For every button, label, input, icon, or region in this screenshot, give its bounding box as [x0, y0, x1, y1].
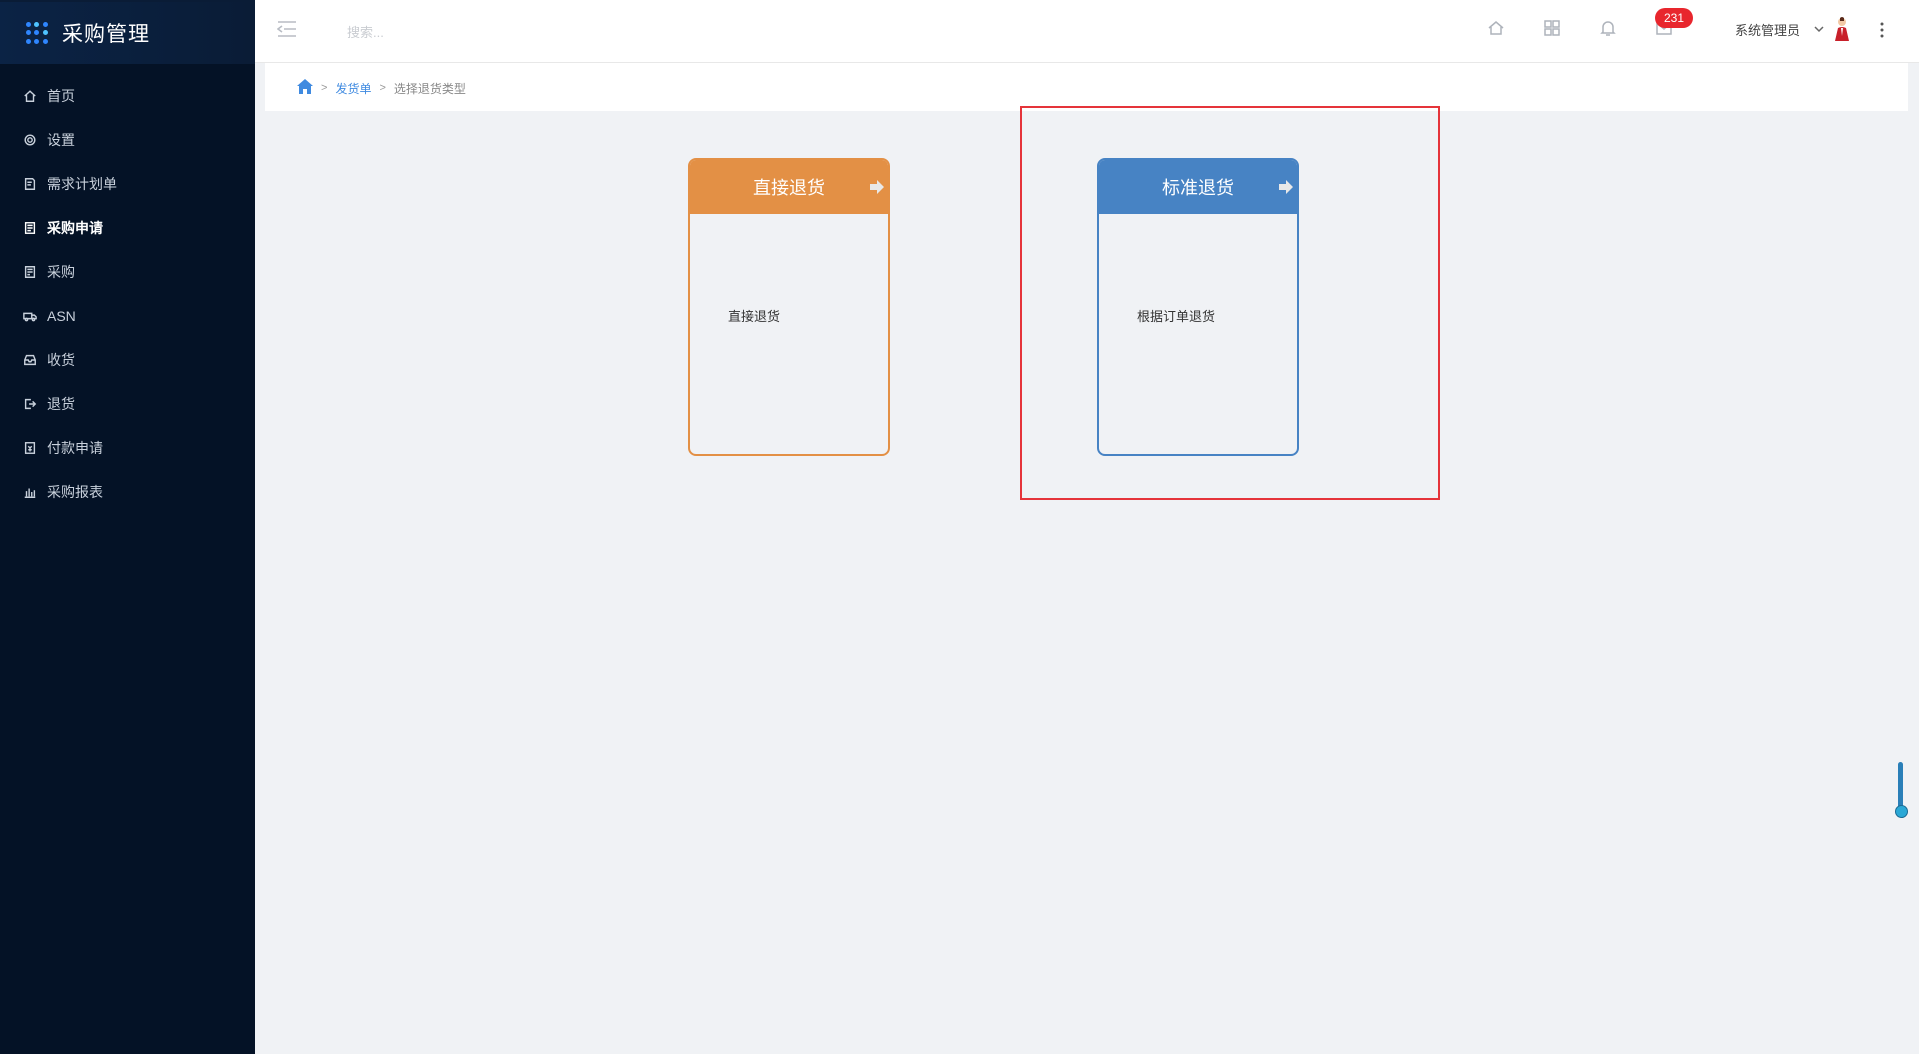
exit-icon [22, 396, 38, 412]
app-title: 采购管理 [62, 23, 150, 46]
search-input[interactable] [345, 18, 609, 46]
bar-chart-icon [22, 484, 38, 500]
home-icon [22, 88, 38, 104]
sidebar-item-label: 收货 [47, 352, 75, 368]
breadcrumb: > 发货单 > 选择退货类型 [297, 79, 466, 97]
gear-icon [22, 132, 38, 148]
sidebar-item-label: 需求计划单 [47, 176, 117, 192]
arrow-right-icon [868, 178, 886, 196]
avatar[interactable] [1831, 16, 1853, 42]
sidebar-item-label: 采购报表 [47, 484, 103, 500]
sidebar-item-label: 付款申请 [47, 440, 103, 456]
card-header: 直接退货 [690, 160, 888, 214]
sidebar-item-label: 首页 [47, 88, 75, 104]
sidebar-item-receiving[interactable]: 收货 [0, 338, 255, 382]
sidebar-item-label: 采购申请 [47, 220, 103, 236]
arrow-right-icon [1277, 178, 1295, 196]
apps-icon[interactable] [1543, 19, 1563, 39]
scroll-handle[interactable] [1895, 762, 1908, 818]
breadcrumb-separator: > [321, 82, 328, 94]
breadcrumb-link[interactable]: 发货单 [335, 80, 371, 97]
sidebar: 采购管理 首页 设置 需求计划单 采购申请 采购 ASN 收货 退货 付款申请 … [0, 0, 255, 1054]
standard-return-card[interactable]: 标准退货 根据订单退货 [1097, 158, 1299, 456]
breadcrumb-separator: > [379, 82, 386, 94]
sidebar-item-settings[interactable]: 设置 [0, 118, 255, 162]
menu-collapse-icon[interactable] [276, 20, 297, 38]
card-title: 直接退货 [753, 178, 825, 198]
sidebar-item-payment-request[interactable]: 付款申请 [0, 426, 255, 470]
sidebar-item-purchase[interactable]: 采购 [0, 250, 255, 294]
sidebar-item-label: ASN [47, 308, 76, 324]
apps-grid-icon[interactable] [26, 22, 48, 44]
home-icon[interactable] [297, 79, 313, 97]
sidebar-item-demand-plan[interactable]: 需求计划单 [0, 162, 255, 206]
user-name[interactable]: 系统管理员 [1735, 20, 1800, 39]
brand: 采购管理 [0, 0, 255, 64]
sidebar-menu: 首页 设置 需求计划单 采购申请 采购 ASN 收货 退货 付款申请 采购报表 [0, 64, 255, 514]
sidebar-item-asn[interactable]: ASN [0, 294, 255, 338]
sidebar-item-purchase-request[interactable]: 采购申请 [0, 206, 255, 250]
sidebar-item-purchase-report[interactable]: 采购报表 [0, 470, 255, 514]
document-edit-icon [22, 176, 38, 192]
direct-return-card[interactable]: 直接退货 直接退货 [688, 158, 890, 456]
breadcrumb-current: 选择退货类型 [393, 81, 466, 96]
home-icon[interactable] [1487, 19, 1507, 39]
card-title: 标准退货 [1162, 178, 1234, 198]
card-description: 根据订单退货 [1137, 309, 1216, 324]
sidebar-item-label: 退货 [47, 396, 75, 412]
sidebar-item-label: 设置 [47, 132, 75, 148]
sidebar-item-home[interactable]: 首页 [0, 74, 255, 118]
bell-icon[interactable] [1599, 19, 1619, 39]
message-count-badge: 231 [1655, 8, 1693, 28]
inbox-icon [22, 352, 38, 368]
chevron-down-icon[interactable] [1813, 22, 1825, 34]
top-header: 231 系统管理员 [255, 0, 1919, 63]
more-vertical-icon[interactable] [1877, 18, 1887, 42]
payment-icon [22, 440, 38, 456]
card-header: 标准退货 [1099, 160, 1297, 214]
sidebar-item-returns[interactable]: 退货 [0, 382, 255, 426]
clipboard-icon [22, 220, 38, 236]
list-icon [22, 264, 38, 280]
breadcrumb-bar: > 发货单 > 选择退货类型 [265, 63, 1908, 111]
sidebar-item-label: 采购 [47, 264, 75, 280]
card-description: 直接退货 [728, 309, 781, 324]
truck-icon [22, 308, 38, 324]
